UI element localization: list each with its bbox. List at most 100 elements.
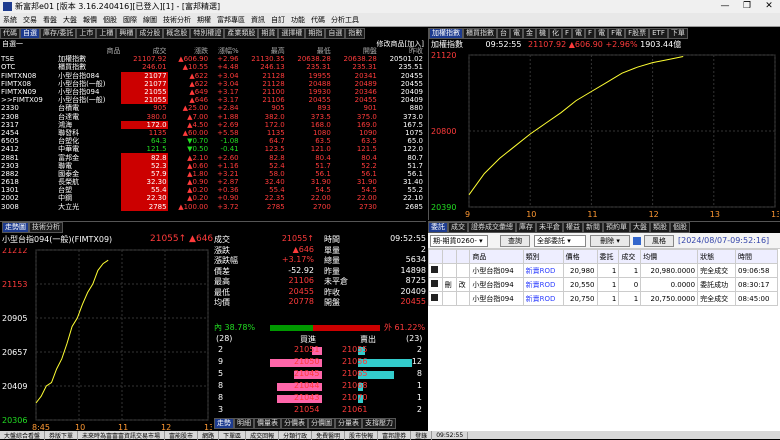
quote-tab[interactable]: 上櫃 (96, 28, 117, 39)
menu-item[interactable]: 個股 (100, 15, 120, 25)
order-tab[interactable]: 權益 (563, 222, 583, 233)
status-item[interactable]: 分類行政 (279, 430, 313, 440)
modify-order-button[interactable] (455, 291, 471, 306)
quote-row[interactable]: 3008 大立光 2785 ▲100.00 +3.72 2785 2700 2730 2685 (0, 202, 424, 211)
ask-price[interactable]: 21065 (342, 369, 367, 378)
checkbox-icon[interactable] (431, 266, 438, 273)
order-row[interactable]: 小型台指094 新賣ROD 20,750 1 1 20,750.0000 完全成交 08:45… (428, 291, 778, 306)
status-item[interactable]: 富能股市 (165, 430, 199, 440)
menu-item[interactable]: 期權 (194, 15, 214, 25)
menu-item[interactable]: 報價 (80, 15, 100, 25)
col-header[interactable]: 時間 (735, 249, 778, 264)
detail-tab[interactable]: 價量表 (254, 418, 281, 429)
col-header[interactable]: 成交 (121, 47, 167, 55)
quote-row[interactable]: >>FIMTX09 小型台指(一般) 21055 ▲646 +3.17 21106 2045… (0, 96, 424, 105)
col-header[interactable]: 委託 (596, 249, 620, 264)
menu-item[interactable]: 大盤 (60, 15, 80, 25)
index-tab[interactable]: 加權指數 (429, 28, 463, 39)
order-tab[interactable]: 預約單 (603, 222, 630, 233)
menu-item[interactable]: 富邦專區 (214, 15, 248, 25)
status-item[interactable]: 未來時為富富富資訊交易市場 (78, 430, 166, 440)
quote-row[interactable]: 2330 台積電 905 ▲25.00 +2.84 905 893 901 880 (0, 104, 424, 112)
col-header[interactable]: 成交 (618, 249, 642, 264)
ask-price[interactable]: 21068 (342, 381, 367, 390)
quote-tab[interactable]: 指數 (345, 28, 366, 39)
order-tab[interactable]: 成交 (448, 222, 468, 233)
status-item[interactable]: 股市快報 (345, 430, 379, 440)
quote-row[interactable]: OTC 櫃買指數 246.01 ▲10.55 +4.48 246.13 235.31 235.… (0, 63, 424, 71)
quote-row[interactable]: 2303 聯電 52.3 ▲0.60 +1.16 52.4 51.7 52.2 51.7 (0, 161, 424, 170)
menu-item[interactable]: 線圖 (140, 15, 160, 25)
modify-order-button[interactable] (455, 263, 471, 278)
quote-tab[interactable]: 特別權證 (190, 28, 225, 39)
col-header[interactable]: 價格 (562, 249, 598, 264)
maximize-button[interactable]: ❐ (736, 0, 758, 13)
index-tab[interactable]: F電 (608, 28, 626, 39)
detail-tab[interactable]: 明細 (234, 418, 254, 429)
index-tab[interactable]: 電 (572, 28, 586, 39)
detail-tab[interactable]: 分價表 (281, 418, 308, 429)
row-select[interactable] (428, 263, 443, 278)
order-tab[interactable]: 個股 (670, 222, 690, 233)
index-tab[interactable]: 機 (536, 28, 549, 39)
col-header[interactable]: 類別 (522, 249, 564, 264)
status-item[interactable]: 券版下單 (45, 430, 79, 440)
quote-row[interactable]: 6505 台塑化 64.3 ▼0.70 -1.08 64.7 63.5 63.5 65.0 (0, 137, 424, 145)
ask-price[interactable]: 21061 (342, 405, 367, 414)
order-tab[interactable]: 證券成交彙總 (468, 222, 516, 233)
col-header[interactable]: 商品 (57, 47, 121, 55)
checkbox-icon[interactable] (431, 280, 438, 287)
col-header[interactable]: 開盤 (332, 47, 378, 55)
detail-tab[interactable]: 支撐壓力 (362, 418, 396, 429)
index-tab[interactable]: 金 (523, 28, 536, 39)
col-header[interactable]: 漲跌 (168, 47, 210, 55)
order-tab[interactable]: 大盤 (630, 222, 650, 233)
menu-item[interactable]: 自訂 (268, 15, 288, 25)
style-button[interactable]: 風格 (644, 235, 674, 247)
detail-tab[interactable]: 分量表 (335, 418, 362, 429)
col-header[interactable]: 商品 (469, 249, 524, 264)
status-item[interactable]: 富邦證券 (378, 430, 412, 440)
index-tab[interactable]: 電 (595, 28, 609, 39)
col-header[interactable]: 漲幅% (209, 47, 240, 55)
futures-intraday-chart[interactable]: 2121221153209052065720409203068:45 10 11 12… (0, 248, 212, 432)
order-tab[interactable]: 未平倉 (536, 222, 563, 233)
bid-price[interactable]: 21045 (294, 369, 319, 378)
col-header[interactable]: 狀態 (697, 249, 737, 264)
quote-tab[interactable]: 期貨 (258, 28, 279, 39)
delete-order-button[interactable]: 刪 (441, 277, 457, 292)
menu-item[interactable]: 資訊 (248, 15, 268, 25)
status-item[interactable]: 登錄 (411, 430, 433, 440)
menu-item[interactable]: 分析工具 (328, 15, 362, 25)
quote-tab[interactable]: 上市 (76, 28, 97, 39)
ask-price[interactable]: 21070 (342, 393, 367, 402)
index-tab[interactable]: 台 (497, 28, 510, 39)
menu-item[interactable]: 功能 (288, 15, 308, 25)
order-tab[interactable]: 新閱 (583, 222, 603, 233)
query-button[interactable]: 查詢 (500, 235, 530, 247)
quote-row[interactable]: 2002 中鋼 22.30 ▲0.20 +0.90 22.35 22.00 22.00 22.1… (0, 194, 424, 203)
status-item[interactable]: 網路 (198, 430, 220, 440)
quote-row[interactable]: 2454 聯發科 1135 ▲60.00 +5.58 1135 1080 1090 1075 (0, 129, 424, 137)
menu-item[interactable]: 交易 (20, 15, 40, 25)
bid-price[interactable]: 21051 (294, 345, 319, 354)
quote-tab[interactable]: 成分股 (136, 28, 164, 39)
status-item[interactable]: 成交回報 (246, 430, 280, 440)
index-tab[interactable]: 化 (549, 28, 562, 39)
quote-tab[interactable]: 選擇權 (278, 28, 306, 39)
quote-row[interactable]: FIMTX08 小型台指(一般) 21077 ▲622 +3.04 21128 20488 2… (0, 79, 424, 88)
quote-row[interactable]: TSE 加權指數 21107.92 ▲606.90 +2.96 21130.35 20638… (0, 55, 424, 63)
index-intraday-chart[interactable]: 21120 20800 20390 9 10 11 12 13 13:30 (429, 51, 780, 219)
quote-tab[interactable]: 代碼 (0, 28, 20, 39)
quote-row[interactable]: 2317 鴻海 172.0 ▲4.50 +2.69 172.0 168.0 169.0 167.… (0, 120, 424, 129)
quote-tab[interactable]: 興櫃 (116, 28, 137, 39)
quote-row[interactable]: 2618 長榮航 32.30 ▲0.90 +2.87 32.40 31.90 31.90 31.… (0, 178, 424, 187)
status-item[interactable]: 09:52:55 (432, 431, 469, 439)
quote-row[interactable]: 2308 台達電 380.0 ▲7.00 +1.88 382.0 373.5 375.0 373… (0, 113, 424, 121)
quote-row[interactable]: 2412 中華電 121.5 ▼0.50 -0.41 123.5 121.0 121.5 122… (0, 145, 424, 153)
index-tab[interactable]: F (585, 28, 596, 39)
row-select[interactable] (428, 291, 443, 306)
status-item[interactable]: 下單區 (219, 430, 247, 440)
quote-tab[interactable]: 概念股 (163, 28, 191, 39)
account-select[interactable]: 期-期貨0260- ▾ (430, 235, 488, 247)
